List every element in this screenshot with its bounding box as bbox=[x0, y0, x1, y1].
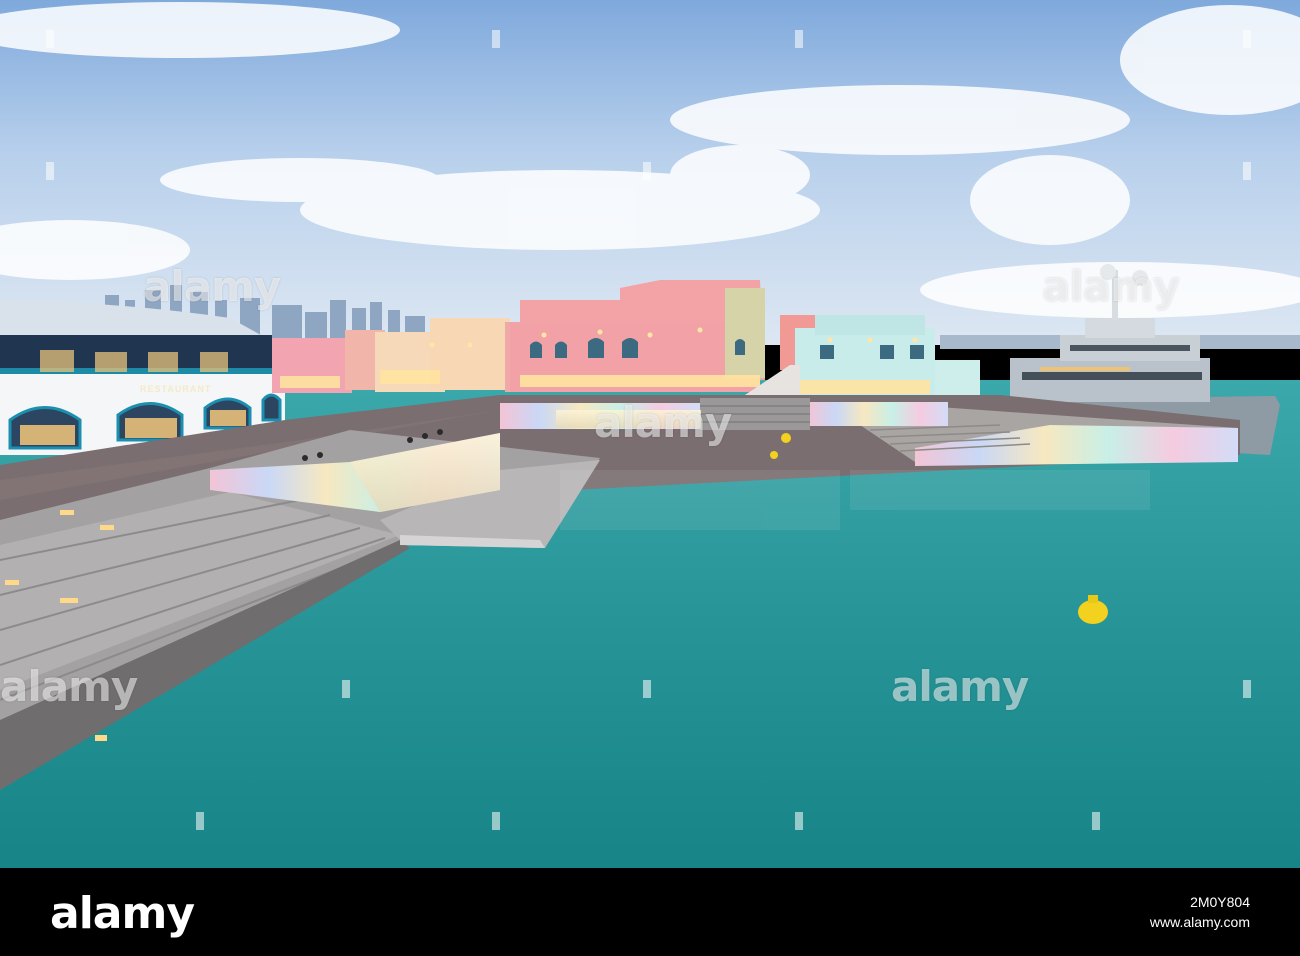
site-url: www.alamy.com bbox=[1149, 914, 1250, 930]
harbor-photo bbox=[0, 0, 1300, 868]
footer-bar: alamy 2M0Y804 www.alamy.com bbox=[0, 868, 1300, 956]
stock-photo-frame: RESTAURANT alamy alamy alamy alamy alamy… bbox=[0, 0, 1300, 956]
alamy-logo: alamy bbox=[50, 888, 195, 939]
image-id-block: 2M0Y804 www.alamy.com bbox=[1150, 892, 1250, 932]
image-id: 2M0Y804 bbox=[1190, 894, 1250, 910]
restaurant-sign: RESTAURANT bbox=[140, 384, 212, 394]
